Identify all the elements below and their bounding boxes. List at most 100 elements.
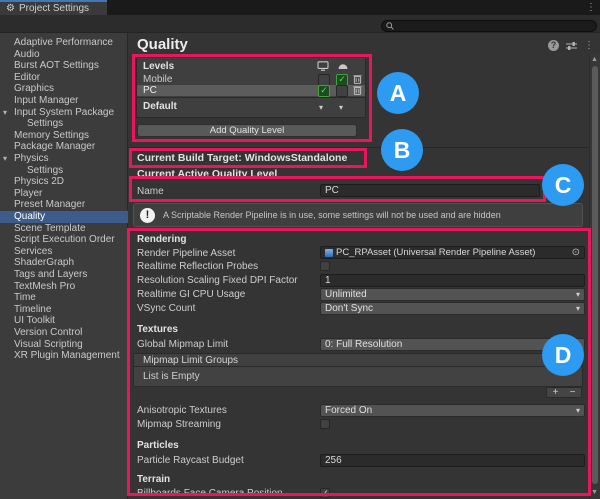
render-pipeline-asset-value: PC_RPAsset (Universal Render Pipeline As… [336, 247, 535, 259]
current-active-quality-header: Current Active Quality Level [137, 168, 277, 180]
sidebar-item-physics-2d[interactable]: Physics 2D [0, 176, 128, 188]
billboards-checkbox[interactable] [320, 488, 330, 498]
sidebar-item-quality[interactable]: Quality [0, 211, 128, 223]
window-tab-bar: ⚙ Project Settings ⋮ [0, 0, 600, 15]
default-label: Default [143, 101, 177, 112]
anisotropic-dropdown[interactable]: Forced On ▾ [320, 404, 585, 417]
vsync-dropdown[interactable]: Don't Sync ▾ [320, 302, 585, 315]
realtime-gi-label: Realtime GI CPU Usage [137, 289, 245, 300]
foldout-triangle-icon[interactable]: ▾ [3, 153, 7, 165]
dpi-factor-field[interactable]: 1 [320, 274, 585, 287]
textures-header: Textures [137, 324, 178, 335]
anisotropic-label: Anisotropic Textures [137, 405, 227, 416]
presets-icon[interactable] [566, 41, 577, 51]
sidebar-item-services[interactable]: Services [0, 246, 128, 258]
sidebar-item-player[interactable]: Player [0, 188, 128, 200]
window-menu-icon[interactable]: ⋮ [586, 3, 596, 13]
search-box[interactable] [381, 20, 597, 32]
search-input[interactable] [397, 20, 591, 32]
sidebar-item-preset-manager[interactable]: Preset Manager [0, 199, 128, 211]
sidebar-item-time[interactable]: Time [0, 292, 128, 304]
asset-icon [325, 249, 333, 257]
trash-icon[interactable] [353, 85, 362, 95]
realtime-reflection-probes-checkbox[interactable] [320, 261, 330, 271]
dpi-factor-label: Resolution Scaling Fixed DPI Factor [137, 275, 298, 286]
global-mipmap-dropdown[interactable]: 0: Full Resolution ▾ [320, 338, 585, 351]
quality-name-field[interactable]: PC [320, 184, 540, 197]
scroll-down-icon[interactable]: ▼ [591, 489, 598, 496]
sidebar-item-input-manager[interactable]: Input Manager [0, 95, 128, 107]
remove-list-item-button[interactable]: − [570, 388, 576, 397]
global-mipmap-label: Global Mipmap Limit [137, 339, 228, 350]
annotation-bubble-a: A [377, 72, 419, 114]
scrollbar-thumb[interactable] [592, 66, 598, 484]
rendering-header: Rendering [137, 234, 186, 245]
chevron-down-icon: ▾ [576, 405, 580, 417]
sidebar-item-editor[interactable]: Editor [0, 72, 128, 84]
level-pc-desktop-checkbox[interactable] [318, 85, 330, 97]
default-mobile-dropdown-icon[interactable]: ▾ [339, 102, 343, 113]
sidebar-item-audio[interactable]: Audio [0, 49, 128, 61]
billboards-label: Billboards Face Camera Position [137, 488, 283, 499]
level-name: Mobile [143, 74, 172, 85]
sidebar-item-physics-settings[interactable]: Settings [0, 165, 128, 177]
level-name: PC [143, 85, 157, 96]
add-quality-level-button[interactable]: Add Quality Level [137, 124, 357, 137]
sidebar-item-visual-scripting[interactable]: Visual Scripting [0, 339, 128, 351]
mipmap-streaming-checkbox[interactable] [320, 419, 330, 429]
sidebar-item-burst-aot-settings[interactable]: Burst AOT Settings [0, 60, 128, 72]
sidebar-item-timeline[interactable]: Timeline [0, 304, 128, 316]
sidebar-item-ui-toolkit[interactable]: UI Toolkit [0, 315, 128, 327]
level-row-pc[interactable]: PC [137, 85, 365, 96]
scroll-up-icon[interactable]: ▲ [591, 56, 598, 63]
mipmap-limit-groups-header[interactable]: Mipmap Limit Groups [133, 353, 583, 367]
levels-default-row: Default ▾ ▾ [137, 101, 365, 112]
render-pipeline-asset-field[interactable]: PC_RPAsset (Universal Render Pipeline As… [320, 246, 585, 259]
sidebar-item-textmesh-pro[interactable]: TextMesh Pro [0, 281, 128, 293]
tab-title: Project Settings [19, 3, 89, 14]
search-icon [386, 22, 394, 30]
sidebar-item-input-system-package[interactable]: ▾Input System Package [0, 107, 128, 119]
desktop-platform-icon [317, 61, 329, 71]
level-row-mobile[interactable]: Mobile [137, 74, 365, 85]
sidebar-item-input-system-settings[interactable]: Settings [0, 118, 128, 130]
annotation-bubble-c: C [542, 164, 584, 206]
foldout-triangle-icon[interactable]: ▾ [3, 107, 7, 119]
sidebar-item-package-manager[interactable]: Package Manager [0, 141, 128, 153]
particle-raycast-budget-field[interactable]: 256 [320, 454, 585, 467]
sidebar-item-scene-template[interactable]: Scene Template [0, 223, 128, 235]
sidebar-item-shadergraph[interactable]: ShaderGraph [0, 257, 128, 269]
sidebar-item-adaptive-performance[interactable]: Adaptive Performance [0, 37, 128, 49]
mipmap-limit-groups-list: List is Empty [133, 366, 583, 387]
terrain-header: Terrain [137, 474, 170, 485]
annotation-bubble-b: B [381, 129, 423, 171]
sidebar-item-xr-plugin-management[interactable]: XR Plugin Management [0, 350, 128, 362]
warning-text: A Scriptable Render Pipeline is in use, … [163, 210, 501, 220]
sidebar-item-script-execution-order[interactable]: Script Execution Order [0, 234, 128, 246]
realtime-gi-dropdown[interactable]: Unlimited ▾ [320, 288, 585, 301]
render-pipeline-asset-label: Render Pipeline Asset [137, 248, 235, 259]
page-title: Quality [137, 36, 188, 53]
sidebar-item-memory-settings[interactable]: Memory Settings [0, 130, 128, 142]
particles-header: Particles [137, 440, 179, 451]
panel-menu-icon[interactable]: ⋮ [584, 41, 594, 51]
level-pc-mobile-checkbox[interactable] [336, 85, 348, 97]
chevron-down-icon: ▾ [576, 303, 580, 315]
srp-warning-box: ! A Scriptable Render Pipeline is in use… [133, 203, 583, 227]
sidebar-item-physics[interactable]: ▾Physics [0, 153, 128, 165]
mobile-platform-icon [337, 62, 349, 70]
help-icon[interactable]: ? [548, 40, 559, 51]
add-list-item-button[interactable]: + [553, 388, 559, 397]
object-picker-icon[interactable]: ⊙ [572, 248, 580, 258]
tab-project-settings[interactable]: ⚙ Project Settings [0, 0, 107, 15]
sidebar-item-graphics[interactable]: Graphics [0, 83, 128, 95]
default-desktop-dropdown-icon[interactable]: ▾ [319, 102, 323, 113]
sidebar-item-version-control[interactable]: Version Control [0, 327, 128, 339]
project-settings-window: ⚙ Project Settings ⋮ Adaptive Performanc… [0, 0, 600, 499]
gear-icon: ⚙ [6, 4, 15, 14]
list-footer: + − [546, 387, 582, 398]
trash-icon[interactable] [353, 74, 362, 84]
divider [129, 147, 589, 148]
quality-levels-box: Levels Mobile PC Default [136, 57, 366, 118]
sidebar-item-tags-and-layers[interactable]: Tags and Layers [0, 269, 128, 281]
